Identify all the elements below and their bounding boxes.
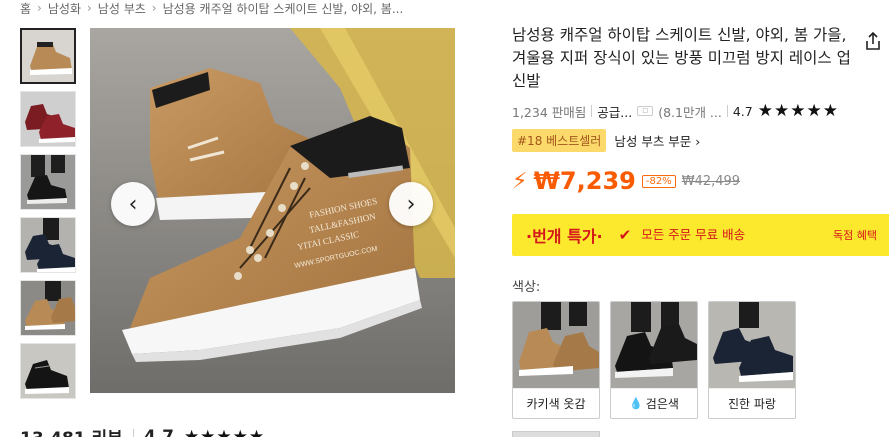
lightning-icon: ⚡	[512, 168, 528, 194]
thumbnail-list	[20, 28, 78, 406]
thumbnail-3[interactable]	[20, 154, 76, 210]
breadcrumb: 홈 › 남성화 › 남성 부츠 › 남성용 캐주얼 하이탑 스케이트 신발, 야…	[20, 0, 403, 16]
color-option-black[interactable]: 💧 검은색	[610, 301, 698, 419]
chevron-left-icon: ‹	[128, 191, 138, 217]
bestseller-badge: #18 베스트셀러	[512, 129, 607, 152]
brand-link[interactable]: 공급...	[597, 102, 632, 121]
product-title: 남성용 캐주얼 하이탑 스케이트 신발, 야외, 봄 가을, 겨울용 지퍼 장식…	[512, 26, 851, 90]
divider	[591, 105, 593, 117]
color-option-navy[interactable]: 진한 파랑	[708, 301, 796, 419]
color-option-image	[709, 302, 795, 388]
flash-deal-label: ·번개 특가·	[526, 227, 603, 246]
check-icon: ✔	[618, 226, 632, 244]
chevron-right-icon: ›	[406, 191, 416, 217]
thumbnail-4[interactable]	[20, 217, 76, 273]
discount-badge: -82%	[641, 174, 676, 188]
breadcrumb-home[interactable]: 홈	[20, 0, 31, 17]
breadcrumb-separator: ›	[86, 1, 92, 15]
review-count: 13,481 리뷰	[20, 424, 123, 437]
breadcrumb-separator: ›	[37, 1, 42, 15]
bestseller-category-link[interactable]: 남성 부츠 부문 ›	[614, 131, 700, 150]
price-row: ⚡ ₩7,239 -82% ₩42,499	[512, 167, 740, 195]
promo-banner[interactable]: ·번개 특가· ✔ 모든 주문 무료 배송 독점 혜택	[512, 214, 889, 256]
color-option-image	[611, 302, 697, 388]
color-name: 검은색	[645, 397, 679, 411]
color-option-more[interactable]	[512, 431, 600, 437]
product-meta: 1,234 판매됨 공급... □ (8.1만개 ... 4.7 ★★★★★	[512, 101, 839, 121]
color-swatch-list: 카키색 옷감 💧 검은색 진한 파랑	[512, 301, 796, 419]
exclusive-benefits-link[interactable]: 독점 혜택	[833, 227, 877, 243]
divider	[726, 105, 728, 117]
original-price: ₩42,499	[681, 173, 741, 189]
image-next-button[interactable]: ›	[389, 182, 433, 226]
thumbnail-5[interactable]	[20, 280, 76, 336]
thumbnail-6[interactable]	[20, 343, 76, 399]
color-option-label: 💧 검은색	[611, 388, 697, 418]
color-option-khaki[interactable]: 카키색 옷감	[512, 301, 600, 419]
drop-icon: 💧	[629, 397, 643, 410]
meta-rating: 4.7	[732, 103, 753, 119]
star-rating-icon: ★★★★★	[183, 426, 266, 437]
thumbnail-2[interactable]	[20, 91, 76, 147]
image-prev-button[interactable]: ‹	[111, 182, 155, 226]
share-icon[interactable]	[862, 30, 884, 52]
color-option-label: 카키색 옷감	[513, 388, 599, 418]
review-rating: 4.7	[143, 426, 174, 437]
product-info: 남성용 캐주얼 하이탑 스케이트 신발, 야외, 봄 가을, 겨울용 지퍼 장식…	[512, 24, 889, 93]
breadcrumb-mens-shoes[interactable]: 남성화	[48, 0, 81, 17]
star-rating-icon: ★★★★★	[757, 101, 839, 121]
color-name: 카키색 옷감	[526, 397, 586, 411]
free-shipping-text: 모든 주문 무료 배송	[641, 227, 746, 242]
color-name: 진한 파랑	[728, 397, 776, 411]
reviews-summary[interactable]: 13,481 리뷰 4.7 ★★★★★	[20, 424, 265, 437]
color-option-label: 진한 파랑	[709, 388, 795, 418]
sold-count: 1,234 판매됨	[512, 104, 587, 120]
color-label: 색상:	[512, 280, 541, 295]
store-logo-icon: □	[637, 106, 654, 116]
review-meta[interactable]: (8.1만개 ...	[658, 102, 722, 121]
breadcrumb-separator: ›	[151, 1, 157, 15]
sale-price: ₩7,239	[533, 167, 636, 195]
divider	[132, 428, 134, 437]
thumbnail-1[interactable]	[20, 28, 76, 84]
breadcrumb-mens-boots[interactable]: 남성 부츠	[98, 0, 146, 17]
color-option-image	[513, 302, 599, 388]
bestseller-row[interactable]: #18 베스트셀러 남성 부츠 부문 ›	[512, 129, 700, 152]
breadcrumb-current: 남성용 캐주얼 하이탑 스케이트 신발, 야외, 봄...	[162, 1, 404, 16]
